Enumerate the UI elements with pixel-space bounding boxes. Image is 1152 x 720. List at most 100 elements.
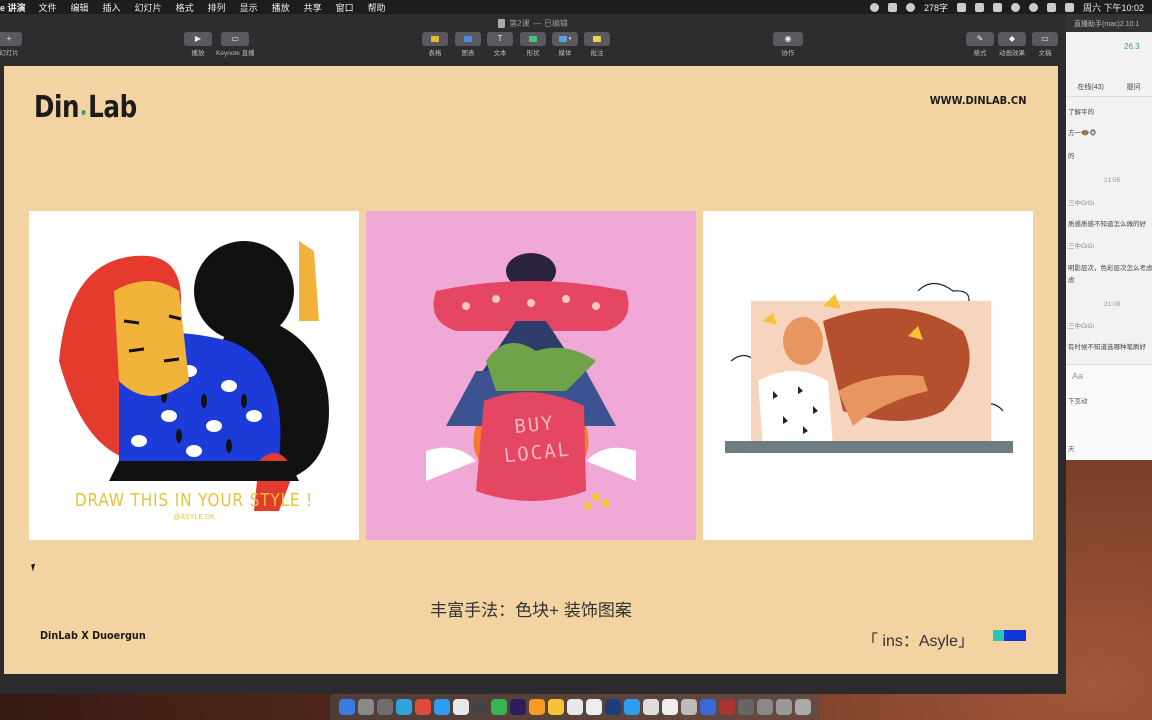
brush-icon: ✎ [976,34,984,43]
status-app-icon[interactable] [869,2,879,12]
toolbar: + 幻灯片 ▶ 播放 ▭ Keynote 直播 表格 图表 T 文本 形状 ▾ [0,32,1066,58]
logo-text-left: Din [34,90,80,125]
accent-color-bars [993,630,1026,641]
word-count[interactable]: 278字 [924,1,948,14]
menu-view[interactable]: 显示 [233,1,265,14]
battery-icon[interactable] [956,2,966,12]
live-icon: ▭ [231,34,240,43]
shape-button[interactable]: 形状 [520,32,546,57]
wechat-icon[interactable] [491,699,507,715]
comment-button[interactable]: 批注 [584,32,610,57]
add-slide-button[interactable]: + 幻灯片 [0,32,22,57]
audio-icon[interactable] [992,2,1002,12]
telegram-icon[interactable] [396,699,412,715]
text-button[interactable]: T 文本 [487,32,513,57]
app-icon-3[interactable] [719,699,735,715]
illustration-buy-local[interactable]: BUY LOCAL [366,211,696,540]
app-icon-2[interactable] [643,699,659,715]
media-button[interactable]: ▾ 媒体 [552,32,578,57]
keynote-live-button[interactable]: ▭ Keynote 直播 [216,32,255,57]
clock[interactable]: 周六 下午10:02 [1083,1,1144,14]
media-label: 媒体 [558,50,572,57]
sketch-icon[interactable] [548,699,564,715]
interact-label: 下互动 [1068,398,1088,405]
illustration-woman-butterflies[interactable] [703,211,1033,540]
illustrator-icon[interactable] [529,699,545,715]
chart-button[interactable]: 图表 [455,32,481,57]
play-button[interactable]: ▶ 播放 [184,32,212,57]
illustration-tiger-girl[interactable]: DRAW THIS IN YOUR STYLE ! @ASYLE.DK [29,211,359,540]
slide[interactable]: DinLab WWW.DINLAB.CN DRAW THIS IN YOUR [4,66,1058,674]
menu-edit[interactable]: 编辑 [64,1,96,14]
finder-icon[interactable] [339,699,355,715]
qq-browser-icon[interactable] [624,699,640,715]
chat-timestamp: 21:05 [1104,177,1121,184]
chart-label: 图表 [461,50,475,57]
play-icon: ▶ [194,34,202,43]
word-icon[interactable] [662,699,678,715]
downloads-icon[interactable] [776,699,792,715]
slide-footer-instagram: 「 ins：Asyle」 [861,633,974,650]
chat-input-area[interactable]: Aa 下互动 天 [1066,364,1152,460]
menu-play[interactable]: 播放 [265,1,297,14]
preview-icon[interactable] [472,699,488,715]
chat-message: 质感质感不知道怎么做的好 [1068,221,1146,228]
text-icon: T [497,34,503,43]
davinci-icon[interactable] [586,699,602,715]
chrome-icon[interactable] [453,699,469,715]
photoshop-icon[interactable] [605,699,621,715]
illustration-caption-draw-this: DRAW THIS IN YOUR STYLE ! [74,490,314,511]
window-icon-2[interactable] [757,699,773,715]
keynote-icon[interactable] [681,699,697,715]
after-effects-icon[interactable] [510,699,526,715]
input-method-icon[interactable] [1046,2,1056,12]
slide-footer-credit: DinLab X Duoergun [40,629,146,642]
collaborate-button[interactable]: ◉ 协作 [773,32,803,57]
chat-timestamp: 21:08 [1104,301,1121,308]
animate-button[interactable]: ◆ 动画效果 [998,32,1026,57]
app-menu[interactable]: e 讲演 [0,1,32,14]
format-button[interactable]: ✎ 格式 [966,32,994,57]
shape-icon [529,36,537,42]
menu-help[interactable]: 帮助 [361,1,393,14]
launchpad-icon[interactable] [358,699,374,715]
table-label: 表格 [428,50,442,57]
menu-slide[interactable]: 幻灯片 [128,1,169,14]
document-icon [498,18,506,28]
search-icon[interactable] [1010,2,1020,12]
menu-insert[interactable]: 插入 [96,1,128,14]
chat-username: 三中GiGi [1068,200,1094,207]
menu-file[interactable]: 文件 [32,1,64,14]
s-app-icon[interactable] [1064,2,1074,12]
document-label: 文稿 [1038,50,1052,57]
add-slide-label: 幻灯片 [0,50,19,57]
document-button[interactable]: ▭ 文稿 [1032,32,1058,57]
menu-format[interactable]: 格式 [169,1,201,14]
window-icon[interactable] [738,699,754,715]
pages-icon[interactable] [700,699,716,715]
window-title: 第2课 [509,18,530,28]
illustration-signature: @ASYLE.DK [173,514,215,521]
calendar-icon[interactable] [415,699,431,715]
plus-icon: + [6,34,12,43]
menu-share[interactable]: 共享 [297,1,329,14]
safari-icon[interactable] [434,699,450,715]
screen-share-icon[interactable] [887,2,897,12]
volume-icon[interactable] [974,2,984,12]
chat-message: 的 [1068,153,1075,160]
system-preferences-icon[interactable] [377,699,393,715]
tab-online[interactable]: 在线(43) [1077,82,1103,92]
menu-window[interactable]: 窗口 [329,1,361,14]
tab-questions[interactable]: 提问 [1127,82,1141,92]
app-icon[interactable] [567,699,583,715]
accent-bar-teal [993,630,1004,641]
table-button[interactable]: 表格 [422,32,448,57]
font-size-icon[interactable]: Aa [1072,371,1083,381]
trash-icon[interactable] [795,699,811,715]
menu-arrange[interactable]: 排列 [201,1,233,14]
accent-bar-blue [1004,630,1026,641]
collaborate-icon: ◉ [784,34,792,43]
media-icon[interactable] [905,2,915,12]
wifi-icon[interactable] [1028,2,1038,12]
format-label: 格式 [973,50,987,57]
